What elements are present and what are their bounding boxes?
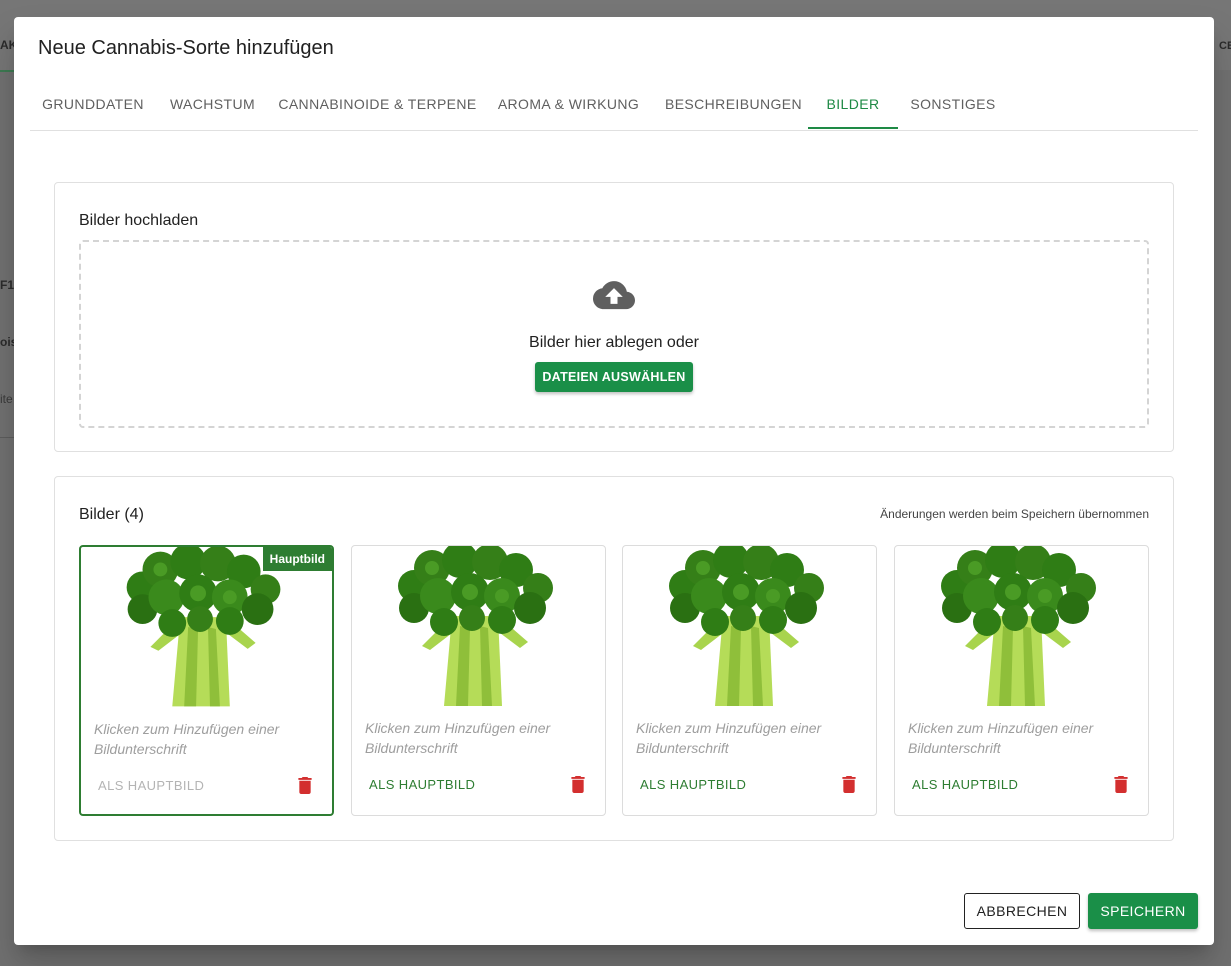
image-preview[interactable] [623, 546, 876, 706]
image-card[interactable]: Klicken zum Hinzufügen einer Bilduntersc… [622, 545, 877, 816]
broccoli-image [941, 546, 1096, 706]
tab-aroma-wirkung[interactable]: AROMA & WIRKUNG [486, 89, 651, 129]
background-divider [0, 437, 14, 438]
set-main-image-button[interactable]: ALS HAUPTBILD [98, 778, 204, 793]
save-hint: Änderungen werden beim Speichern übernom… [880, 507, 1149, 521]
add-strain-dialog: Neue Cannabis-Sorte hinzufügen GRUNDDATE… [14, 17, 1214, 945]
background-tab-indicator [0, 70, 14, 72]
delete-icon[interactable] [571, 776, 585, 793]
background-fragment: F1 [0, 278, 15, 292]
tab-bar: GRUNDDATEN WACHSTUM CANNABINOIDE & TERPE… [30, 89, 1198, 131]
image-preview[interactable]: Hauptbild [81, 547, 332, 707]
image-caption[interactable]: Klicken zum Hinzufügen einer Bilduntersc… [908, 718, 1128, 758]
delete-icon[interactable] [1114, 776, 1128, 793]
image-card[interactable]: Klicken zum Hinzufügen einer Bilduntersc… [351, 545, 606, 816]
background-fragment: ite [0, 392, 13, 406]
drop-text: Bilder hier ablegen oder [529, 334, 699, 351]
image-caption[interactable]: Klicken zum Hinzufügen einer Bilduntersc… [365, 718, 585, 758]
image-caption[interactable]: Klicken zum Hinzufügen einer Bilduntersc… [636, 718, 856, 758]
tab-cannabinoide-terpene[interactable]: CANNABINOIDE & TERPENE [269, 89, 486, 129]
tab-grunddaten[interactable]: GRUNDDATEN [30, 89, 156, 129]
cancel-button[interactable]: ABBRECHEN [964, 893, 1080, 929]
delete-icon[interactable] [842, 776, 856, 793]
set-main-image-button[interactable]: ALS HAUPTBILD [640, 777, 746, 792]
gallery-card: Bilder (4) Änderungen werden beim Speich… [54, 476, 1174, 841]
set-main-image-button[interactable]: ALS HAUPTBILD [912, 777, 1018, 792]
save-button[interactable]: SPEICHERN [1088, 893, 1198, 929]
image-card[interactable]: Hauptbild Klicken zum Hinzufügen einer B… [79, 545, 334, 816]
broccoli-image [669, 546, 824, 706]
tab-wachstum[interactable]: WACHSTUM [156, 89, 269, 129]
upload-title: Bilder hochladen [79, 212, 199, 229]
main-image-badge: Hauptbild [262, 547, 332, 571]
gallery-title: Bilder (4) [79, 506, 144, 523]
image-preview[interactable] [895, 546, 1148, 706]
tab-bilder[interactable]: BILDER [808, 89, 898, 129]
dialog-title: Neue Cannabis-Sorte hinzufügen [38, 37, 334, 59]
cloud-upload-icon [593, 281, 635, 310]
drop-zone[interactable]: Bilder hier ablegen oder DATEIEN AUSWÄHL… [79, 240, 1149, 428]
broccoli-image [398, 546, 553, 706]
delete-icon[interactable] [298, 777, 312, 794]
broccoli-image [126, 547, 281, 707]
upload-card: Bilder hochladen Bilder hier ablegen ode… [54, 182, 1174, 452]
image-caption[interactable]: Klicken zum Hinzufügen einer Bilduntersc… [94, 719, 314, 759]
select-files-button[interactable]: DATEIEN AUSWÄHLEN [535, 362, 693, 392]
image-preview[interactable] [352, 546, 605, 706]
background-fragment: CE [1219, 40, 1231, 52]
tab-beschreibungen[interactable]: BESCHREIBUNGEN [651, 89, 816, 129]
set-main-image-button[interactable]: ALS HAUPTBILD [369, 777, 475, 792]
tab-sonstiges[interactable]: SONSTIGES [898, 89, 1008, 129]
image-card[interactable]: Klicken zum Hinzufügen einer Bilduntersc… [894, 545, 1149, 816]
